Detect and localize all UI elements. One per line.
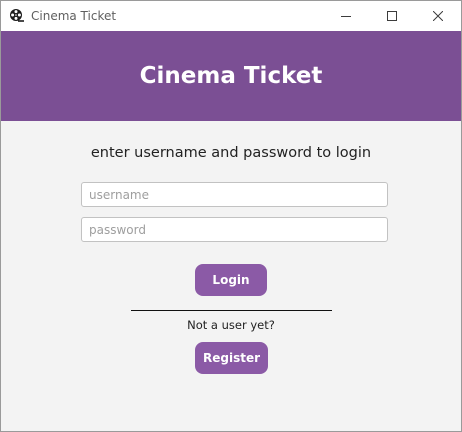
app-heading: Cinema Ticket [139, 63, 323, 89]
title-bar[interactable]: Cinema Ticket [1, 1, 461, 31]
close-button[interactable] [415, 1, 461, 31]
app-window: Cinema Ticket Cinema Ticket enter userna… [0, 0, 462, 432]
minimize-button[interactable] [323, 1, 369, 31]
close-icon [433, 11, 443, 21]
username-input[interactable] [81, 182, 388, 207]
film-reel-icon [9, 8, 25, 24]
header-banner: Cinema Ticket [1, 31, 461, 121]
divider [131, 310, 332, 311]
maximize-icon [387, 11, 397, 21]
register-button[interactable]: Register [195, 342, 268, 374]
login-instruction: enter username and password to login [90, 145, 372, 161]
maximize-button[interactable] [369, 1, 415, 31]
minimize-icon [341, 16, 351, 17]
password-input[interactable] [81, 217, 388, 242]
window-title: Cinema Ticket [31, 9, 117, 23]
login-button[interactable]: Login [195, 264, 267, 296]
register-prompt: Not a user yet? [187, 318, 275, 332]
